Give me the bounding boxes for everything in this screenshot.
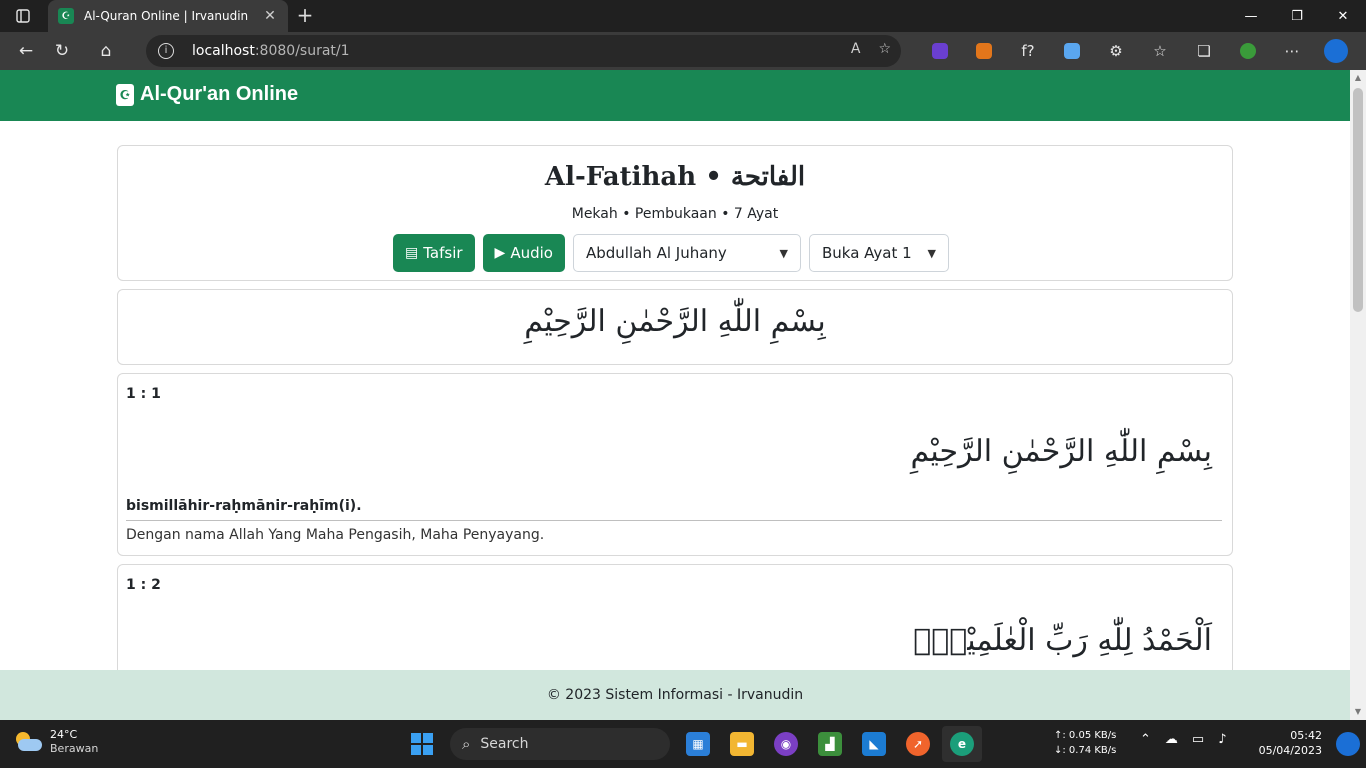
ayat-card: 1 : 1 بِسْمِ اللّٰهِ الرَّحْمٰنِ الرَّحِ…: [117, 373, 1233, 556]
collections-icon[interactable]: ❏: [1182, 35, 1226, 67]
page-viewport: ☪ Al-Qur'an Online Al-Fatihah • الفاتحة …: [0, 70, 1350, 720]
browser-tabbar: ☪ Al-Quran Online | Irvanudin ✕ + — ❐ ✕: [0, 0, 1366, 32]
onedrive-icon[interactable]: ☁: [1165, 732, 1178, 747]
metamask-icon[interactable]: [962, 35, 1006, 67]
bismillah-text: بِسْمِ اللّٰهِ الرَّحْمٰنِ الرَّحِيْمِ: [524, 304, 826, 339]
ayat-divider: [126, 520, 1222, 521]
close-window-icon[interactable]: ✕: [1320, 0, 1366, 32]
more-menu-icon[interactable]: ⋯: [1270, 35, 1314, 67]
ayat-jump-value: Buka Ayat 1: [821, 244, 912, 262]
favorites-icon[interactable]: ☆: [1138, 35, 1182, 67]
brand-text: Al-Qur'an Online: [140, 83, 299, 105]
read-aloud-icon[interactable]: A: [851, 41, 861, 57]
surah-controls: ▤ Tafsir ▶ Audio Abdullah Al Juhany ▼ Bu…: [393, 234, 949, 272]
extensions-bar: f? ⚙ ☆ ❏ ⋯: [918, 35, 1358, 67]
url-host: localhost: [192, 43, 255, 59]
system-tray: ⌃ ☁ ▭ ♪: [1140, 732, 1227, 747]
task-monitor-icon[interactable]: ▟: [810, 726, 850, 762]
surah-info: Mekah • Pembukaan • 7 Ayat: [571, 206, 779, 222]
scroll-up-icon[interactable]: ▲: [1354, 74, 1362, 82]
network-speed: ↑: 0.05 KB/s ↓: 0.74 KB/s: [1054, 728, 1116, 758]
weather-widget[interactable]: 24°C Berawan: [14, 728, 98, 756]
taskbar-apps: ⌕ Search ▦ ▬ ◉ ▟ ◣ ➚ e: [400, 726, 984, 762]
restore-icon[interactable]: ❐: [1274, 0, 1320, 32]
github-desktop-icon[interactable]: ◉: [766, 726, 806, 762]
vscode-icon[interactable]: ◣: [854, 726, 894, 762]
profile-extension-icon[interactable]: [1226, 35, 1270, 67]
surah-header-card: Al-Fatihah • الفاتحة Mekah • Pembukaan •…: [117, 145, 1233, 281]
ayat-jump-select[interactable]: Buka Ayat 1 ▼: [808, 234, 949, 272]
extension-badge-icon[interactable]: [918, 35, 962, 67]
url-path: :8080/surat/1: [254, 43, 350, 59]
display-icon[interactable]: ▭: [1192, 732, 1204, 747]
clock-time: 05:42: [1290, 729, 1322, 742]
ayat-translation: Dengan nama Allah Yang Maha Pengasih, Ma…: [126, 527, 545, 543]
windows-taskbar: 24°C Berawan ⌕ Search ▦ ▬ ◉ ▟ ◣ ➚ e ↑: 0…: [0, 720, 1366, 768]
tab-actions-icon[interactable]: [0, 0, 46, 32]
reciter-value: Abdullah Al Juhany: [585, 244, 727, 262]
file-explorer-icon[interactable]: ▬: [722, 726, 762, 762]
scrollbar-thumb[interactable]: [1353, 88, 1363, 312]
ayat-arabic: اَلْحَمْدُ لِلّٰهِ رَبِّ الْعٰلَمِيْنَۙ: [913, 623, 1212, 658]
reciter-select[interactable]: Abdullah Al Juhany ▼: [572, 234, 801, 272]
footer-text: © 2023 Sistem Informasi - Irvanudin: [546, 687, 804, 703]
chevron-up-icon[interactable]: ⌃: [1140, 732, 1151, 747]
start-icon[interactable]: [402, 726, 442, 762]
quran-favicon-icon: ☪: [58, 8, 74, 24]
site-info-icon[interactable]: i: [158, 43, 174, 59]
weather-temperature: 24°C: [50, 728, 78, 741]
ayat-latin: bismillāhir-raḥmānir-raḥīm(i).: [126, 498, 362, 514]
taskbar-search[interactable]: ⌕ Search: [450, 728, 670, 760]
tafsir-label: Tafsir: [423, 244, 463, 262]
scroll-down-icon[interactable]: ▼: [1354, 708, 1362, 716]
chevron-down-icon: ▼: [927, 246, 936, 260]
color-picker-icon[interactable]: [1050, 35, 1094, 67]
surah-title: Al-Fatihah • الفاتحة: [544, 162, 806, 192]
extensions-icon[interactable]: ⚙: [1094, 35, 1138, 67]
download-speed: ↓: 0.74 KB/s: [1054, 745, 1117, 756]
bing-copilot-icon[interactable]: [1314, 35, 1358, 67]
taskbar-clock[interactable]: 05:42 05/04/2023: [1259, 728, 1322, 758]
ayat-arabic: بِسْمِ اللّٰهِ الرَّحْمٰنِ الرَّحِيْمِ: [910, 434, 1212, 469]
postman-icon[interactable]: ➚: [898, 726, 938, 762]
play-icon: ▶: [494, 245, 506, 261]
page-scrollbar[interactable]: ▲ ▼: [1350, 70, 1366, 720]
notification-icon[interactable]: [1336, 732, 1360, 756]
address-bar-actions: A ☆: [851, 41, 891, 57]
tafsir-button[interactable]: ▤ Tafsir: [393, 234, 475, 272]
clock-date: 05/04/2023: [1258, 744, 1322, 757]
edge-icon[interactable]: e: [942, 726, 982, 762]
minimize-icon[interactable]: —: [1228, 0, 1274, 32]
weather-description: Berawan: [50, 742, 99, 755]
tab-title: Al-Quran Online | Irvanudin: [84, 9, 249, 23]
book-icon: ▤: [405, 245, 419, 261]
browser-tab-active[interactable]: ☪ Al-Quran Online | Irvanudin ✕: [48, 0, 288, 32]
refresh-icon[interactable]: ↻: [44, 35, 80, 67]
close-tab-icon[interactable]: ✕: [262, 8, 278, 24]
brand-link[interactable]: ☪ Al-Qur'an Online: [116, 83, 298, 106]
search-label: Search: [480, 736, 529, 752]
browser-toolbar: ← ↻ ⌂ i localhost :8080/surat/1 A ☆ f? ⚙…: [0, 32, 1366, 70]
new-tab-icon[interactable]: +: [294, 4, 316, 26]
back-icon[interactable]: ←: [8, 35, 44, 67]
upload-speed: ↑: 0.05 KB/s: [1054, 730, 1117, 741]
site-footer: © 2023 Sistem Informasi - Irvanudin: [0, 670, 1350, 720]
chevron-down-icon: ▼: [779, 246, 788, 260]
ayat-number: 1 : 2: [126, 577, 161, 593]
favorite-add-icon[interactable]: ☆: [878, 41, 891, 57]
search-icon: ⌕: [462, 735, 471, 753]
ayat-number: 1 : 1: [126, 386, 161, 402]
site-navbar: ☪ Al-Qur'an Online: [0, 70, 1350, 121]
quran-logo-icon: ☪: [116, 83, 134, 106]
home-icon[interactable]: ⌂: [88, 35, 124, 67]
address-bar[interactable]: i localhost :8080/surat/1 A ☆: [146, 35, 901, 67]
audio-button[interactable]: ▶ Audio: [482, 234, 565, 272]
font-finder-icon[interactable]: f?: [1006, 35, 1050, 67]
store-icon[interactable]: ▦: [678, 726, 718, 762]
volume-icon[interactable]: ♪: [1218, 732, 1226, 747]
bismillah-card: بِسْمِ اللّٰهِ الرَّحْمٰنِ الرَّحِيْمِ: [117, 289, 1233, 365]
partly-cloudy-icon: [14, 730, 44, 754]
window-controls: — ❐ ✕: [1228, 0, 1366, 32]
audio-label: Audio: [510, 244, 553, 262]
